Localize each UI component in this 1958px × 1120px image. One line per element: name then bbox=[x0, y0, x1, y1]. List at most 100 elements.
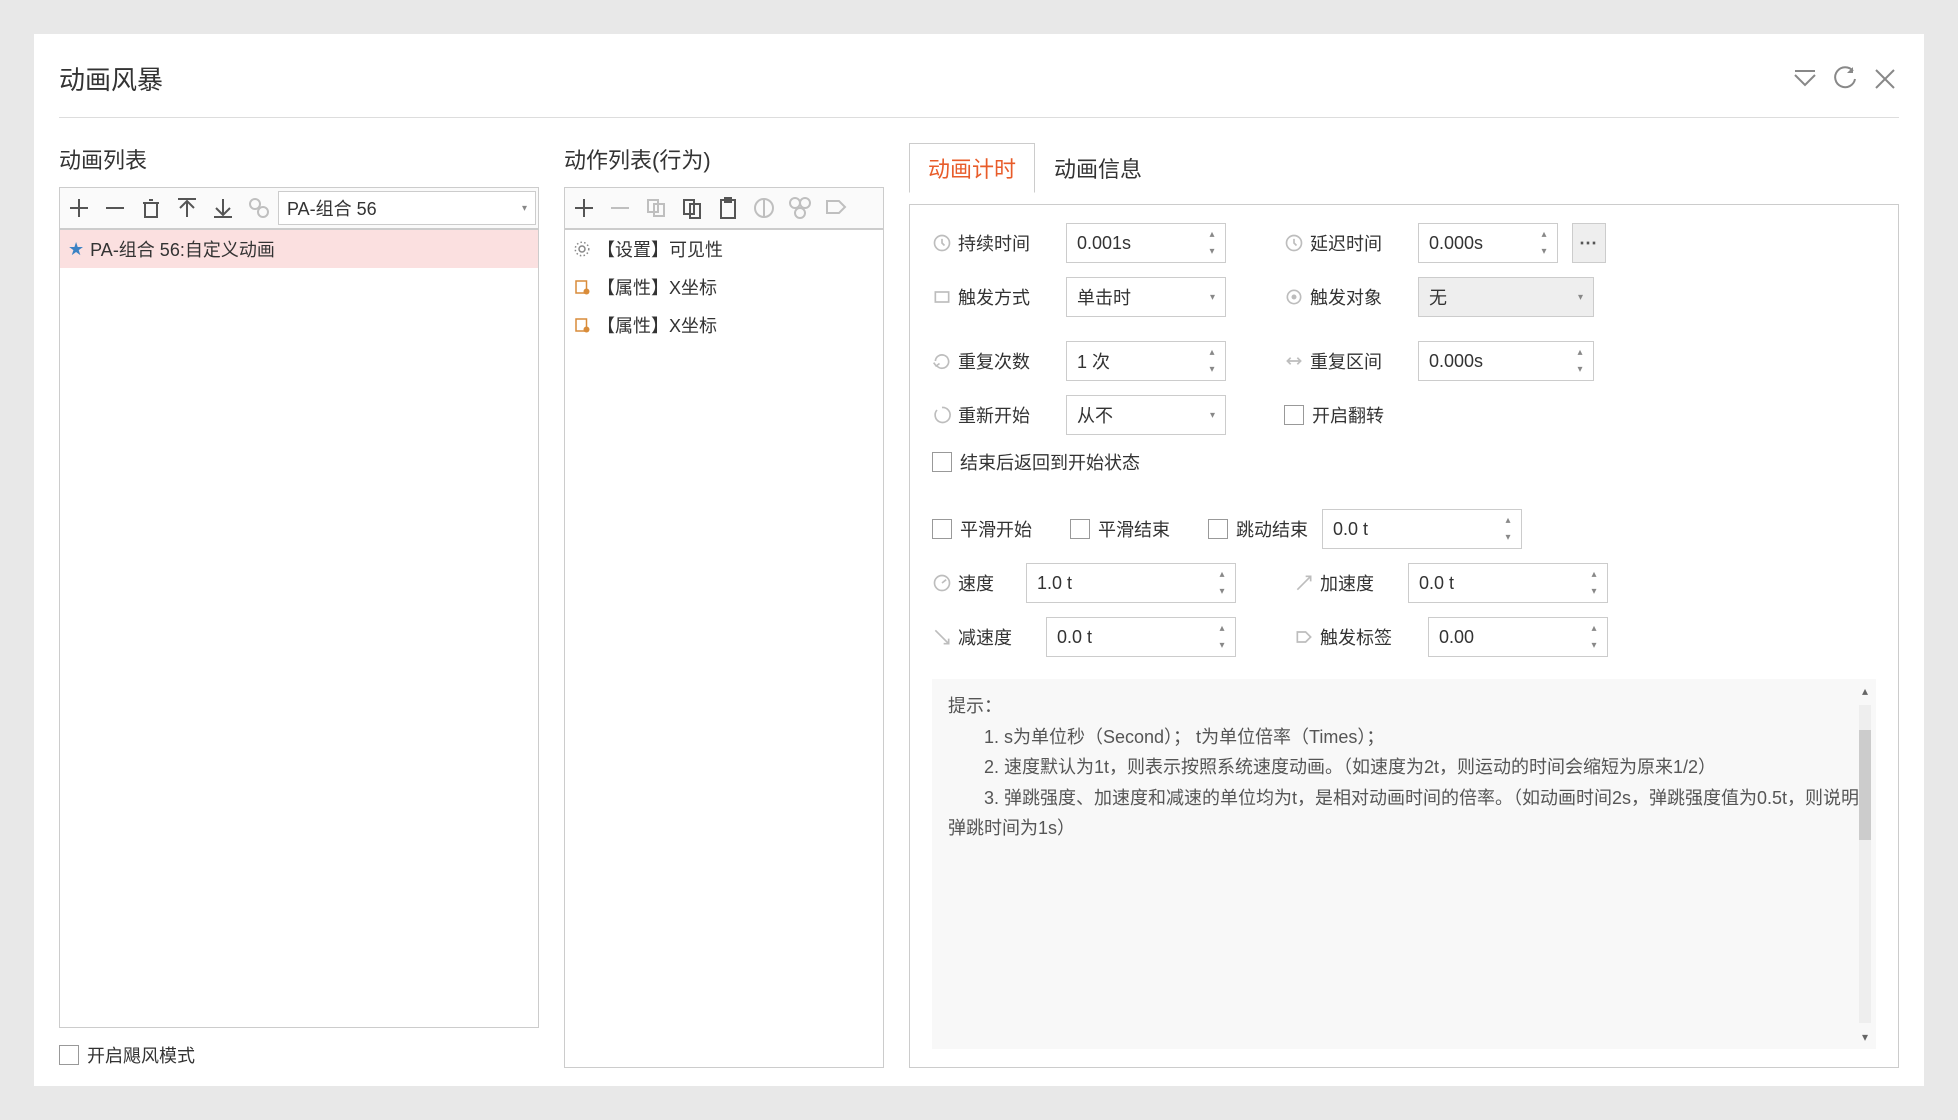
flip-checkbox[interactable]: 开启翻转 bbox=[1284, 402, 1384, 428]
action-list-item[interactable]: 【属性】X坐标 bbox=[565, 306, 883, 344]
move-down-button[interactable] bbox=[206, 191, 240, 225]
anim-target-combo[interactable]: PA-组合 56 ▾ bbox=[278, 191, 536, 225]
spin-down[interactable]: ▾ bbox=[1203, 361, 1221, 378]
spin-down[interactable]: ▾ bbox=[1203, 243, 1221, 260]
action-add-button[interactable] bbox=[567, 191, 601, 225]
smooth-end-label: 平滑结束 bbox=[1098, 516, 1170, 542]
accel-icon bbox=[1294, 573, 1314, 593]
hint-line: 3. 弹跳强度、加速度和减速的单位均为t，是相对动画时间的倍率。（如动画时间2s… bbox=[948, 783, 1860, 844]
speed-icon bbox=[932, 573, 952, 593]
smooth-start-label: 平滑开始 bbox=[960, 516, 1032, 542]
duration-input[interactable]: 0.001s▴▾ bbox=[1066, 223, 1226, 263]
action-paste-button[interactable] bbox=[711, 191, 745, 225]
trigger-select[interactable]: 单击时▾ bbox=[1066, 277, 1226, 317]
spin-up[interactable]: ▴ bbox=[1213, 566, 1231, 583]
spin-down[interactable]: ▾ bbox=[1571, 361, 1589, 378]
restart-select[interactable]: 从不▾ bbox=[1066, 395, 1226, 435]
delay-input[interactable]: 0.000s▴▾ bbox=[1418, 223, 1558, 263]
delete-button[interactable] bbox=[134, 191, 168, 225]
hint-line: 2. 速度默认为1t，则表示按照系统速度动画。（如速度为2t，则运动的时间会缩短… bbox=[948, 752, 1860, 783]
smooth-end-checkbox[interactable]: 平滑结束 bbox=[1070, 516, 1170, 542]
spin-down[interactable]: ▾ bbox=[1535, 243, 1553, 260]
clock-icon bbox=[1284, 233, 1304, 253]
repeat-select[interactable]: 1 次▴▾ bbox=[1066, 341, 1226, 381]
scroll-down-icon[interactable]: ▾ bbox=[1862, 1027, 1868, 1047]
accel-label: 加速度 bbox=[1320, 570, 1374, 596]
anim-list-title: 动画列表 bbox=[59, 143, 539, 175]
action-item-label: 【设置】可见性 bbox=[597, 236, 723, 262]
action-dup-button[interactable] bbox=[675, 191, 709, 225]
collapse-icon[interactable] bbox=[1791, 65, 1819, 93]
action-item-label: 【属性】X坐标 bbox=[597, 274, 717, 300]
move-up-button[interactable] bbox=[170, 191, 204, 225]
spin-up[interactable]: ▴ bbox=[1203, 226, 1221, 243]
spin-up[interactable]: ▴ bbox=[1203, 344, 1221, 361]
link-button bbox=[242, 191, 276, 225]
gear-icon bbox=[573, 240, 591, 258]
add-button[interactable] bbox=[62, 191, 96, 225]
property-icon bbox=[573, 278, 591, 296]
restart-icon bbox=[932, 405, 952, 425]
target-select[interactable]: 无▾ bbox=[1418, 277, 1594, 317]
spin-down[interactable]: ▾ bbox=[1213, 583, 1231, 600]
target-label: 触发对象 bbox=[1310, 284, 1382, 310]
bounce-end-label: 跳动结束 bbox=[1236, 516, 1308, 542]
spin-down[interactable]: ▾ bbox=[1585, 637, 1603, 654]
spin-up[interactable]: ▴ bbox=[1535, 226, 1553, 243]
smooth-start-checkbox[interactable]: 平滑开始 bbox=[932, 516, 1032, 542]
speed-label: 速度 bbox=[958, 570, 994, 596]
refresh-icon[interactable] bbox=[1831, 65, 1859, 93]
tab-timing[interactable]: 动画计时 bbox=[909, 143, 1035, 193]
repeat-interval-label: 重复区间 bbox=[1310, 348, 1382, 374]
spin-down[interactable]: ▾ bbox=[1499, 529, 1517, 546]
hint-line: 1. s为单位秒（Second）； t为单位倍率（Times）； bbox=[948, 722, 1860, 753]
action-item-label: 【属性】X坐标 bbox=[597, 312, 717, 338]
spin-up[interactable]: ▴ bbox=[1499, 512, 1517, 529]
bounce-end-checkbox[interactable]: 跳动结束 bbox=[1208, 516, 1308, 542]
bounce-end-input[interactable]: 0.0 t▴▾ bbox=[1322, 509, 1522, 549]
accel-input[interactable]: 0.0 t▴▾ bbox=[1408, 563, 1608, 603]
spin-up[interactable]: ▴ bbox=[1213, 620, 1231, 637]
star-icon: ★ bbox=[68, 239, 84, 260]
action-list-item[interactable]: 【设置】可见性 bbox=[565, 230, 883, 268]
scroll-up-icon[interactable]: ▴ bbox=[1862, 681, 1868, 701]
spin-up[interactable]: ▴ bbox=[1571, 344, 1589, 361]
delay-more-button[interactable]: ⋯ bbox=[1572, 223, 1606, 263]
close-icon[interactable] bbox=[1871, 65, 1899, 93]
spin-up[interactable]: ▴ bbox=[1585, 566, 1603, 583]
storm-mode-checkbox[interactable]: 开启飓风模式 bbox=[59, 1042, 539, 1068]
action-remove-button bbox=[603, 191, 637, 225]
anim-listbox[interactable]: ★ PA-组合 56:自定义动画 bbox=[59, 229, 539, 1028]
action-copy-button bbox=[639, 191, 673, 225]
spin-up[interactable]: ▴ bbox=[1585, 620, 1603, 637]
spin-down[interactable]: ▾ bbox=[1585, 583, 1603, 600]
target-icon bbox=[1284, 287, 1304, 307]
spin-down[interactable]: ▾ bbox=[1213, 637, 1231, 654]
repeat-interval-input[interactable]: 0.000s▴▾ bbox=[1418, 341, 1594, 381]
tabs: 动画计时 动画信息 bbox=[909, 143, 1899, 193]
animation-storm-dialog: 动画风暴 动画列表 PA-组合 56 ▾ bbox=[34, 34, 1924, 1086]
action-list-item[interactable]: 【属性】X坐标 bbox=[565, 268, 883, 306]
property-icon bbox=[573, 316, 591, 334]
decel-icon bbox=[932, 627, 952, 647]
return-start-checkbox[interactable]: 结束后返回到开始状态 bbox=[932, 449, 1140, 475]
trigger-tag-label: 触发标签 bbox=[1320, 624, 1392, 650]
delay-label: 延迟时间 bbox=[1310, 230, 1382, 256]
anim-toolbar: PA-组合 56 ▾ bbox=[59, 187, 539, 229]
anim-list-item[interactable]: ★ PA-组合 56:自定义动画 bbox=[60, 230, 538, 268]
speed-input[interactable]: 1.0 t▴▾ bbox=[1026, 563, 1236, 603]
trigger-tag-input[interactable]: 0.00▴▾ bbox=[1428, 617, 1608, 657]
timing-panel: 持续时间 0.001s▴▾ 延迟时间 0.000s▴▾ ⋯ 触发方式 单击时▾ … bbox=[909, 204, 1899, 1068]
trigger-icon bbox=[932, 287, 952, 307]
repeat-icon bbox=[932, 351, 952, 371]
decel-input[interactable]: 0.0 t▴▾ bbox=[1046, 617, 1236, 657]
interval-icon bbox=[1284, 351, 1304, 371]
tab-info[interactable]: 动画信息 bbox=[1035, 143, 1161, 193]
duration-label: 持续时间 bbox=[958, 230, 1030, 256]
anim-target-value: PA-组合 56 bbox=[287, 195, 377, 221]
action-group-button bbox=[783, 191, 817, 225]
remove-button[interactable] bbox=[98, 191, 132, 225]
scroll-thumb[interactable] bbox=[1859, 730, 1871, 840]
hint-scrollbar[interactable]: ▴ ▾ bbox=[1856, 681, 1874, 1047]
action-listbox[interactable]: 【设置】可见性 【属性】X坐标 【属性】X坐标 bbox=[564, 229, 884, 1068]
